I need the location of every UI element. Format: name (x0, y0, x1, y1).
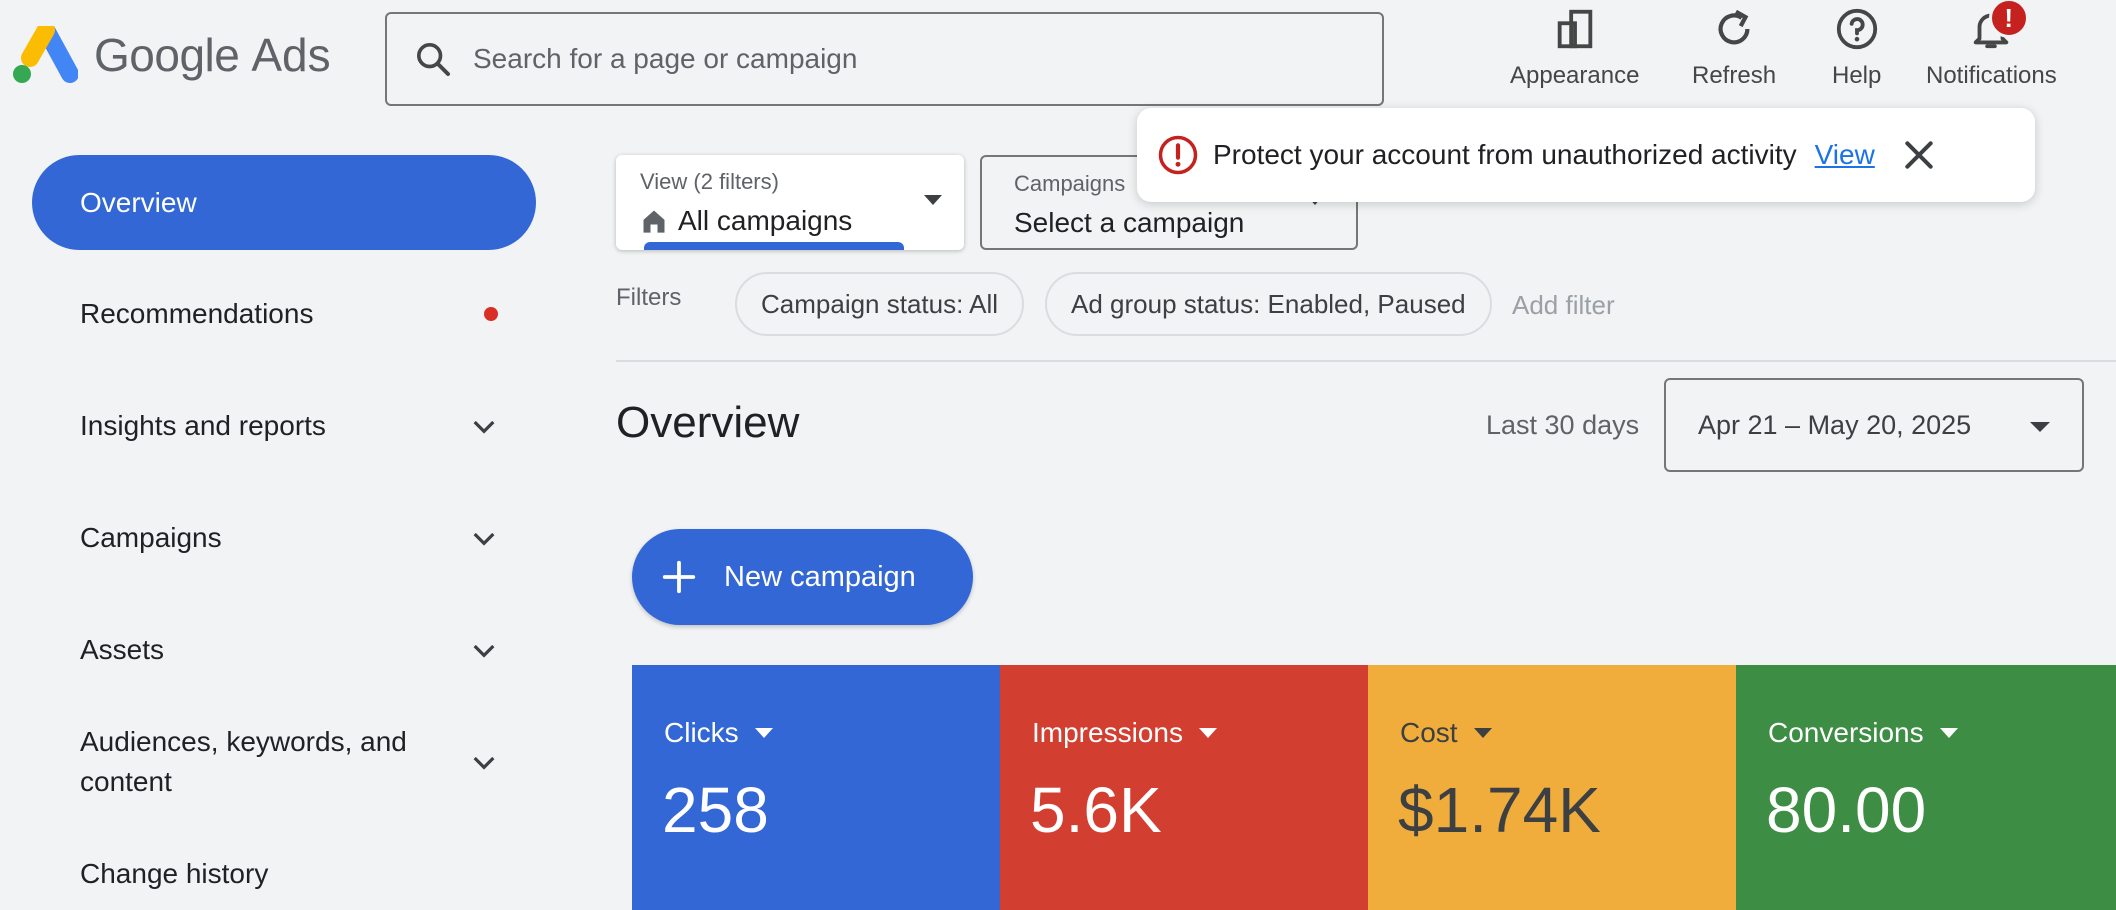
notification-badge: ! (1988, 0, 2029, 38)
top-bar: Google Ads Appearance Refresh Help (0, 0, 2116, 120)
new-campaign-button[interactable]: New campaign (632, 529, 973, 625)
metric-name: Clicks (664, 717, 739, 748)
toast-message: Protect your account from unauthorized a… (1213, 139, 1797, 170)
help-icon (1836, 8, 1877, 50)
search-bar[interactable] (385, 12, 1384, 106)
metric-card-impressions[interactable]: Impressions 5.6K (1000, 665, 1368, 910)
dropdown-arrow-icon[interactable] (1473, 728, 1492, 738)
date-range-picker[interactable]: Apr 21 – May 20, 2025 (1664, 378, 2084, 472)
refresh-icon (1718, 9, 1750, 45)
chevron-down-icon[interactable] (468, 634, 500, 666)
metric-card-conversions[interactable]: Conversions 80.00 (1736, 665, 2116, 910)
help-label: Help (1832, 62, 1882, 89)
appearance-icon (1557, 9, 1592, 49)
sidebar-item-label: Recommendations (80, 298, 314, 329)
plus-icon (662, 560, 696, 594)
sidebar-item-recommendations[interactable]: Recommendations (80, 298, 500, 330)
date-range-label: Last 30 days (1486, 410, 1640, 440)
security-toast: Protect your account from unauthorized a… (1137, 108, 2035, 202)
recommendation-dot-icon (484, 307, 498, 321)
metric-value: 258 (662, 774, 769, 846)
dropdown-arrow-icon[interactable] (1939, 728, 1958, 738)
divider (616, 360, 2116, 362)
google-ads-logo-icon[interactable] (8, 26, 78, 88)
metric-value: $1.74K (1398, 774, 1601, 846)
view-selector-label: View (2 filters) (640, 169, 779, 194)
metric-card-cost[interactable]: Cost $1.74K (1368, 665, 1736, 910)
page-title: Overview (616, 398, 800, 447)
campaign-selector-value: Select a campaign (1014, 207, 1245, 238)
appearance-label: Appearance (1510, 62, 1640, 89)
search-icon (417, 43, 450, 76)
dropdown-arrow-icon[interactable] (754, 728, 773, 738)
sidebar-item-campaigns[interactable]: Campaigns (80, 522, 500, 554)
home-icon (643, 210, 665, 233)
date-range-value: Apr 21 – May 20, 2025 (1698, 409, 1972, 440)
sidebar-item-label: Assets (80, 634, 165, 665)
brand-name[interactable]: Google Ads (94, 28, 331, 82)
filter-chip-campaign-status[interactable]: Campaign status: All (735, 272, 1025, 336)
notifications-button[interactable]: Notifications ! (1926, 0, 2057, 90)
brand-google: Google (94, 29, 240, 81)
metric-name: Cost (1400, 717, 1458, 748)
chevron-down-icon[interactable] (468, 522, 500, 554)
filter-chip-ad-group-status[interactable]: Ad group status: Enabled, Paused (1045, 272, 1492, 336)
sidebar-item-label: Insights and reports (80, 410, 326, 441)
sidebar-item-label: Campaigns (80, 522, 222, 553)
view-selector-value: All campaigns (678, 205, 853, 236)
sidebar-item-label: Overview (80, 186, 197, 218)
filters-label: Filters (616, 284, 682, 311)
alert-icon (1158, 135, 1198, 175)
appearance-button[interactable]: Appearance (1510, 6, 1639, 90)
metric-name: Impressions (1032, 717, 1183, 748)
chevron-down-icon[interactable] (468, 410, 500, 442)
sidebar-item-change-history[interactable]: Change history (80, 858, 500, 890)
add-filter-button[interactable]: Add filter (1512, 290, 1615, 321)
campaign-selector-label: Campaigns (1014, 171, 1126, 196)
sidebar-item-assets[interactable]: Assets (80, 634, 500, 666)
view-selector[interactable]: View (2 filters) All campaigns (616, 155, 964, 250)
sidebar-item-insights[interactable]: Insights and reports (80, 410, 500, 442)
sidebar-item-label: Change history (80, 858, 269, 889)
view-selector-indicator (644, 242, 904, 250)
metric-value: 80.00 (1766, 774, 1927, 846)
dropdown-arrow-icon (924, 195, 942, 205)
metric-name: Conversions (1768, 717, 1924, 748)
chevron-down-icon[interactable] (468, 746, 500, 778)
refresh-button[interactable]: Refresh (1692, 6, 1776, 90)
toast-view-link[interactable]: View (1815, 139, 1875, 171)
refresh-label: Refresh (1692, 62, 1777, 89)
dropdown-arrow-icon (2030, 422, 2050, 432)
close-icon[interactable] (1899, 135, 1939, 175)
notifications-label: Notifications (1926, 62, 2057, 89)
help-button[interactable]: Help (1832, 6, 1881, 90)
sidebar-item-overview[interactable]: Overview (32, 155, 536, 250)
sidebar-item-label: Audiences, keywords, and content (80, 726, 407, 797)
search-input[interactable] (473, 43, 1353, 75)
new-campaign-label: New campaign (724, 560, 916, 593)
dropdown-arrow-icon[interactable] (1198, 728, 1217, 738)
metric-cards: Clicks 258 Impressions 5.6K Cost $1.74K … (632, 665, 2116, 910)
metric-value: 5.6K (1030, 774, 1162, 846)
sidebar-item-audiences[interactable]: Audiences, keywords, and content (80, 722, 500, 802)
metric-card-clicks[interactable]: Clicks 258 (632, 665, 1000, 910)
brand-ads: Ads (251, 29, 331, 81)
